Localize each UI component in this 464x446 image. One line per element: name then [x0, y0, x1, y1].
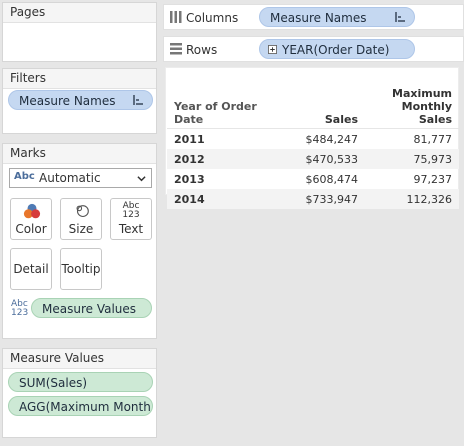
measure-pill-sum-sales[interactable]: SUM(Sales)	[8, 372, 153, 392]
text-icon-bottom: 123	[122, 210, 140, 220]
sales-cell: $608,474	[305, 172, 359, 186]
max-cell: 97,237	[413, 172, 453, 186]
measure-values-card: Measure Values SUM(Sales) AGG(Maximum Mo…	[2, 348, 157, 438]
columns-icon	[170, 11, 182, 23]
size-label: Size	[68, 222, 94, 236]
marks-card: Marks Abc Automatic Color Size Abc 123 T…	[2, 143, 157, 339]
marks-pill-measure-values[interactable]: Measure Values	[31, 298, 152, 318]
filter-pill-measure-names[interactable]: Measure Names	[8, 90, 153, 110]
color-button[interactable]: Color	[10, 198, 52, 240]
filter-pill-label: Measure Names	[19, 94, 116, 108]
sales-cell: $484,247	[305, 132, 359, 146]
year-cell: 2011	[174, 132, 205, 146]
sort-icon	[395, 12, 405, 22]
pages-card: Pages	[2, 2, 157, 62]
sales-header-cell: Sales	[271, 87, 365, 129]
row-header-line2: Date	[174, 113, 204, 126]
table-row: 2011 $484,247 81,777	[167, 128, 459, 150]
pages-title: Pages	[3, 3, 156, 23]
columns-pill-measure-names[interactable]: Measure Names	[259, 7, 415, 27]
measure-pill-label: SUM(Sales)	[19, 376, 88, 390]
max-cell: 81,777	[413, 132, 453, 146]
crosstab-table: Year of Order Date Sales Maximum Monthly…	[167, 87, 459, 209]
max-header-line2: Sales	[418, 113, 452, 126]
text-encoding-icon: Abc 123	[11, 300, 28, 318]
columns-label: Columns	[186, 11, 239, 25]
sales-cell: $733,947	[305, 192, 359, 206]
row-header-line1: Year of Order	[174, 100, 257, 113]
max-header-cell: Maximum Monthly Sales	[365, 87, 459, 129]
max-header-line1: Maximum Monthly	[392, 87, 452, 113]
max-cell: 112,326	[406, 192, 453, 206]
year-cell: 2014	[174, 192, 205, 206]
table-row: 2014 $733,947 112,326	[167, 189, 459, 209]
text-label: Text	[118, 222, 144, 236]
columns-shelf: Columns Measure Names	[163, 4, 464, 30]
text-icon: Abc 123	[111, 202, 151, 220]
rows-icon	[170, 43, 182, 55]
filters-title: Filters	[3, 69, 156, 89]
columns-pill-label: Measure Names	[270, 11, 367, 25]
detail-label: Detail	[13, 262, 49, 276]
row-header-cell: Year of Order Date	[167, 87, 271, 129]
rows-shelf: Rows YEAR(Order Date)	[163, 36, 464, 62]
measure-pill-label: AGG(Maximum Month..	[19, 400, 153, 414]
rows-pill-label: YEAR(Order Date)	[282, 43, 390, 57]
mark-type-dropdown[interactable]: Abc Automatic	[9, 168, 152, 188]
text-button[interactable]: Abc 123 Text	[110, 198, 152, 240]
size-icon	[76, 205, 89, 218]
chevron-down-icon	[137, 176, 146, 182]
year-cell: 2012	[174, 152, 205, 166]
color-icon	[23, 203, 41, 219]
sales-header: Sales	[324, 113, 358, 126]
mark-type-value: Automatic	[39, 171, 101, 185]
color-label: Color	[15, 222, 47, 236]
table-row: 2013 $608,474 97,237	[167, 169, 459, 189]
expand-icon[interactable]	[268, 45, 277, 54]
sort-icon	[133, 95, 143, 105]
sales-cell: $470,533	[305, 152, 359, 166]
measure-pill-max-monthly[interactable]: AGG(Maximum Month..	[8, 396, 153, 416]
table-row: 2012 $470,533 75,973	[167, 149, 459, 169]
tooltip-label: Tooltip	[61, 262, 101, 276]
filters-card: Filters Measure Names	[2, 68, 157, 134]
measure-values-title: Measure Values	[3, 349, 156, 369]
text-encoding-icon-bottom: 123	[11, 308, 29, 318]
table-header-row: Year of Order Date Sales Maximum Monthly…	[167, 87, 459, 129]
max-cell: 75,973	[413, 152, 453, 166]
detail-button[interactable]: Detail	[10, 248, 52, 290]
tooltip-button[interactable]: Tooltip	[60, 248, 102, 290]
size-button[interactable]: Size	[60, 198, 102, 240]
abc-icon: Abc	[14, 171, 35, 182]
marks-title: Marks	[3, 144, 156, 164]
marks-pill-label: Measure Values	[42, 302, 137, 316]
rows-label: Rows	[186, 43, 218, 57]
rows-pill-year-order-date[interactable]: YEAR(Order Date)	[259, 39, 415, 59]
year-cell: 2013	[174, 172, 205, 186]
crosstab-view: Year of Order Date Sales Maximum Monthly…	[165, 67, 459, 209]
